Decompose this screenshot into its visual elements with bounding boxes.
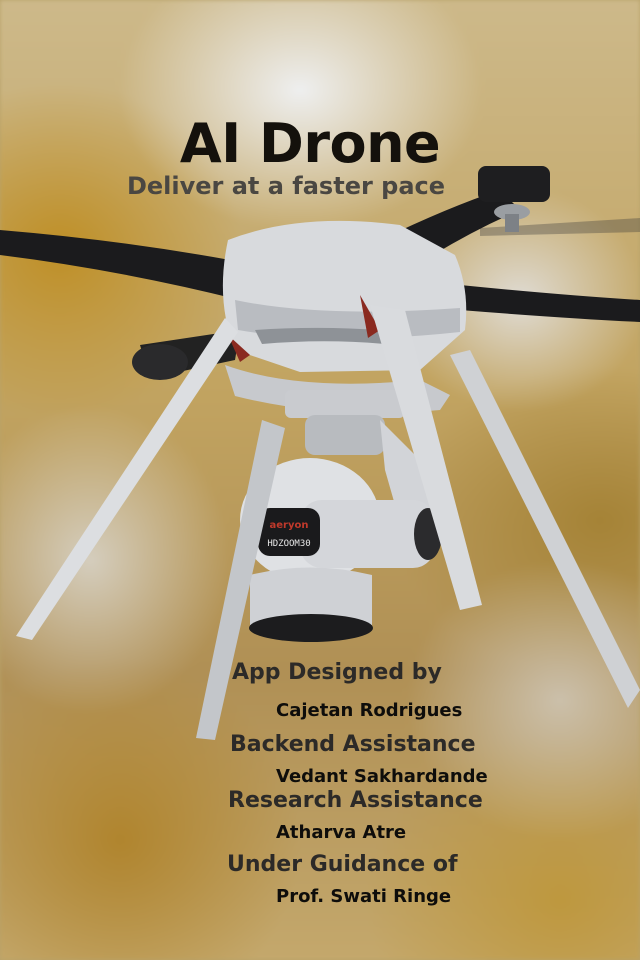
credit-role-guidance: Under Guidance of [227, 852, 458, 877]
credit-role-research: Research Assistance [228, 788, 483, 813]
credit-name-backend: Vedant Sakhardande [276, 766, 488, 787]
camera-model-label: HDZOOM30 [267, 539, 310, 549]
app-title: AI Drone [179, 112, 441, 175]
credit-name-app-design: Cajetan Rodrigues [276, 700, 463, 721]
credit-name-research: Atharva Atre [276, 822, 407, 843]
credit-role-backend: Backend Assistance [230, 732, 476, 757]
camera-brand-label: aeryon [270, 520, 309, 531]
credit-role-app-design: App Designed by [232, 660, 442, 685]
credit-name-guidance: Prof. Swati Ringe [276, 886, 452, 907]
app-tagline: Deliver at a faster pace [126, 172, 446, 200]
